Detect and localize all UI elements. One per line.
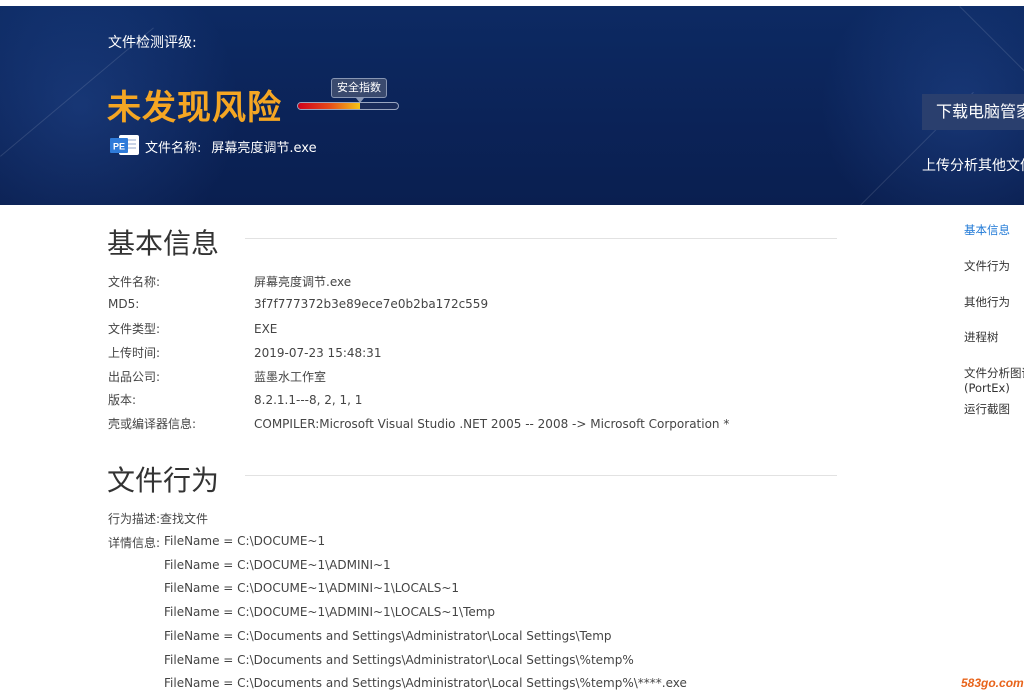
right-nav-item[interactable]: 其他行为 [964, 294, 1010, 310]
info-row: MD5: 3f7f777372b3e89ece7e0b2ba172c559 [108, 297, 488, 311]
file-behavior-heading: 文件行为 [107, 464, 220, 497]
info-row: 文件类型: EXE [108, 320, 277, 337]
info-value: 蓝墨水工作室 [254, 370, 327, 384]
detail-line: FileName = C:\Documents and Settings\Adm… [164, 676, 687, 691]
detail-info-label: 详情信息: [108, 536, 161, 550]
info-key: 壳或编译器信息: [108, 417, 197, 431]
download-pc-manager-button[interactable]: 下载电脑管家 [922, 94, 1024, 130]
detail-line: FileName = C:\DOCUME~1\ADMINI~1\LOCALS~1 [164, 581, 460, 596]
right-nav-item[interactable]: 运行截图 [964, 401, 1010, 417]
level-label: 文件检测评级: [108, 35, 197, 51]
detail-line: FileName = C:\Documents and Settings\Adm… [164, 652, 634, 667]
info-key: 文件名称: [108, 275, 161, 289]
info-value: COMPILER:Microsoft Visual Studio .NET 20… [254, 417, 730, 431]
info-row: 版本: 8.2.1.1---8, 2, 1, 1 [108, 391, 362, 408]
info-row: 上传时间: 2019-07-23 15:48:31 [108, 344, 381, 361]
pe-icon-text: PE [113, 142, 125, 152]
pe-file-icon: PE [110, 135, 139, 155]
info-key: 上传时间: [108, 346, 161, 360]
info-value: 3f7f777372b3e89ece7e0b2ba172c559 [254, 297, 489, 311]
safety-index-fill [298, 103, 360, 109]
behavior-desc-value: 查找文件 [160, 512, 209, 526]
header-banner: 文件检测评级: 未发现风险 安全指数 PE 文件名称: 屏幕亮度调节.exe 下载… [0, 6, 1024, 205]
section-divider [245, 475, 837, 476]
basic-info-heading: 基本信息 [107, 227, 220, 260]
safety-index-badge: 安全指数 [331, 78, 387, 103]
info-value: EXE [254, 322, 278, 336]
info-key: 版本: [108, 393, 137, 407]
section-divider [245, 238, 837, 239]
info-key: MD5: [108, 297, 140, 311]
detail-line: FileName = C:\DOCUME~1\ADMINI~1\LOCALS~1… [164, 605, 496, 620]
site-watermark: 583go.com [961, 676, 1024, 690]
right-nav-item[interactable]: 文件行为 [964, 258, 1010, 274]
file-name-line: 文件名称: 屏幕亮度调节.exe [145, 137, 317, 156]
info-key: 出品公司: [108, 370, 161, 384]
file-name-label: 文件名称: [145, 141, 202, 156]
file-name-value: 屏幕亮度调节.exe [211, 141, 317, 156]
detail-line: FileName = C:\Documents and Settings\Adm… [164, 628, 612, 643]
right-nav-item[interactable]: 基本信息 [964, 222, 1010, 238]
info-value: 屏幕亮度调节.exe [254, 275, 352, 289]
info-key: 文件类型: [108, 322, 161, 336]
info-value: 2019-07-23 15:48:31 [254, 346, 382, 360]
safety-index-bar [297, 102, 399, 110]
upload-other-file-link[interactable]: 上传分析其他文件 [922, 155, 1024, 175]
behavior-desc-row: 行为描述:查找文件 [108, 510, 208, 527]
info-row: 壳或编译器信息: COMPILER:Microsoft Visual Studio… [108, 415, 729, 432]
right-nav-item[interactable]: 文件分析图谱 [964, 365, 1024, 381]
right-nav-item[interactable]: (PortEx) [964, 381, 1010, 395]
info-value: 8.2.1.1---8, 2, 1, 1 [254, 393, 363, 407]
detail-line: FileName = C:\DOCUME~1\ADMINI~1 [164, 557, 391, 572]
behavior-desc-label: 行为描述: [108, 512, 161, 526]
risk-title: 未发现风险 [107, 88, 282, 128]
info-row: 出品公司: 蓝墨水工作室 [108, 368, 326, 385]
right-nav-item[interactable]: 进程树 [964, 329, 999, 345]
info-row: 文件名称: 屏幕亮度调节.exe [108, 273, 351, 290]
detail-line: FileName = C:\DOCUME~1 [164, 534, 326, 548]
